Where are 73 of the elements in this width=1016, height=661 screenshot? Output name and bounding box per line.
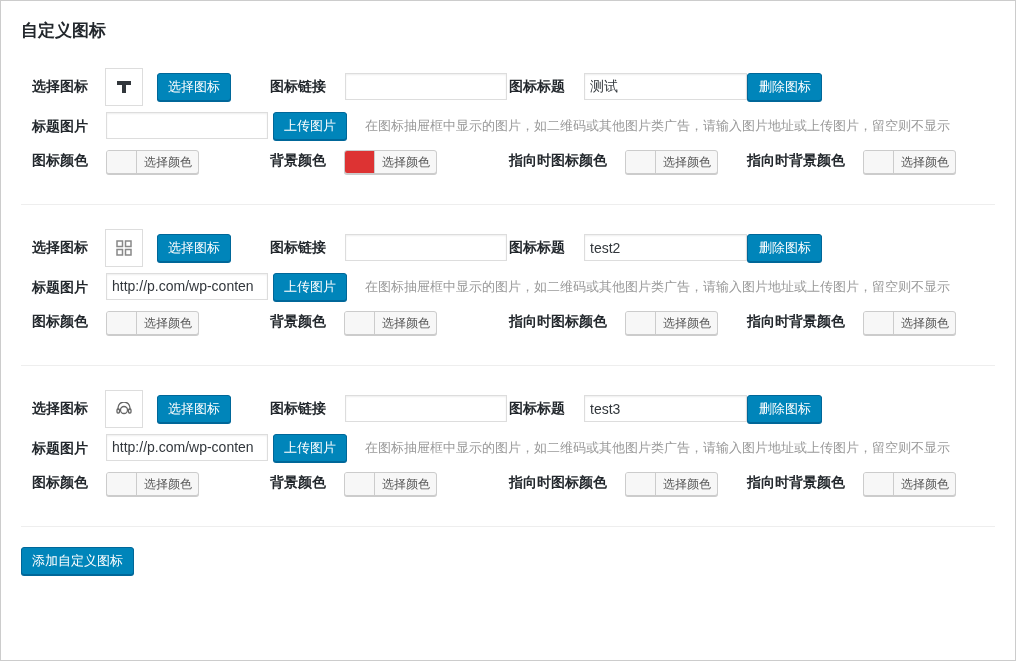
field-label: 选择图标: [32, 399, 89, 418]
field-label: 图标颜色: [32, 311, 89, 331]
color-picker-button[interactable]: 选择颜色: [863, 149, 956, 174]
delete-icon-button[interactable]: 删除图标: [747, 233, 822, 262]
hint-text: 在图标抽屉框中显示的图片，如二维码或其他图片类广告，请输入图片地址或上传图片，留空则不显示: [365, 277, 951, 296]
color-picker-button[interactable]: 选择颜色: [863, 471, 956, 496]
color-swatch: [626, 472, 656, 495]
field-label: 指向时背景颜色: [747, 150, 846, 170]
color-picker-button[interactable]: 选择颜色: [863, 310, 956, 335]
field-label: 图标标题: [509, 399, 566, 418]
delete-icon-button[interactable]: 删除图标: [747, 394, 822, 423]
field-label: 指向时图标颜色: [509, 150, 608, 170]
field-label: 图标颜色: [32, 150, 89, 170]
title-input[interactable]: test3: [584, 395, 747, 422]
field-label: 图标链接: [270, 77, 327, 96]
field-label: 背景颜色: [270, 472, 327, 492]
color-picker-button[interactable]: 选择颜色: [625, 310, 718, 335]
field-label: 选择图标: [32, 238, 89, 257]
choose-icon-button[interactable]: 选择图标: [157, 72, 231, 101]
upload-image-button[interactable]: 上传图片: [273, 272, 347, 301]
field-label: 图标颜色: [32, 472, 89, 492]
color-picker-button[interactable]: 选择颜色: [344, 471, 437, 496]
color-swatch: [864, 150, 894, 173]
color-swatch: [626, 311, 656, 334]
field-label: 图标标题: [509, 77, 566, 96]
color-swatch: [345, 311, 375, 334]
color-picker-button[interactable]: 选择颜色: [106, 149, 199, 174]
color-swatch: [107, 150, 137, 173]
field-label: 指向时背景颜色: [747, 472, 846, 492]
section-title: 自定义图标: [21, 20, 107, 42]
color-picker-button[interactable]: 选择颜色: [625, 471, 718, 496]
choose-icon-button[interactable]: 选择图标: [157, 394, 231, 423]
color-swatch: [345, 472, 375, 495]
hint-text: 在图标抽屉框中显示的图片，如二维码或其他图片类广告，请输入图片地址或上传图片，留空则不显示: [365, 438, 951, 457]
image-url-input[interactable]: http://p.com/wp-conten: [106, 272, 268, 300]
image-url-input[interactable]: [106, 111, 268, 139]
color-picker-button[interactable]: 选择颜色: [344, 149, 437, 174]
hint-text: 在图标抽屉框中显示的图片，如二维码或其他图片类广告，请输入图片地址或上传图片，留空则不显示: [365, 116, 951, 135]
field-label: 图标标题: [509, 238, 566, 257]
color-picker-button[interactable]: 选择颜色: [106, 471, 199, 496]
choose-icon-button[interactable]: 选择图标: [157, 233, 231, 262]
field-label: 标题图片: [32, 277, 89, 297]
field-label: 指向时图标颜色: [509, 472, 608, 492]
field-label: 指向时图标颜色: [509, 311, 608, 331]
upload-image-button[interactable]: 上传图片: [273, 433, 347, 462]
field-label: 图标链接: [270, 238, 327, 257]
color-picker-button[interactable]: 选择颜色: [106, 310, 199, 335]
color-picker-button[interactable]: 选择颜色: [344, 310, 437, 335]
color-swatch: [107, 472, 137, 495]
image-url-input[interactable]: http://p.com/wp-conten: [106, 433, 268, 461]
field-label: 背景颜色: [270, 150, 327, 170]
upload-image-button[interactable]: 上传图片: [273, 111, 347, 140]
field-label: 图标链接: [270, 399, 327, 418]
field-label: 指向时背景颜色: [747, 311, 846, 331]
field-label: 标题图片: [32, 438, 89, 458]
title-input[interactable]: 测试: [584, 73, 747, 100]
title-input[interactable]: test2: [584, 234, 747, 261]
field-label: 背景颜色: [270, 311, 327, 331]
tee-icon: [117, 80, 131, 93]
color-swatch: [864, 311, 894, 334]
color-picker-button[interactable]: 选择颜色: [625, 149, 718, 174]
link-input[interactable]: [345, 73, 507, 100]
grid-icon: [116, 239, 132, 256]
link-input[interactable]: [345, 234, 507, 261]
add-custom-icon-button[interactable]: 添加自定义图标: [21, 546, 134, 575]
headset-icon: [116, 401, 132, 416]
color-swatch: [107, 311, 137, 334]
link-input[interactable]: [345, 395, 507, 422]
color-swatch: [626, 150, 656, 173]
color-swatch: [864, 472, 894, 495]
field-label: 标题图片: [32, 116, 89, 136]
delete-icon-button[interactable]: 删除图标: [747, 72, 822, 101]
field-label: 选择图标: [32, 77, 89, 96]
